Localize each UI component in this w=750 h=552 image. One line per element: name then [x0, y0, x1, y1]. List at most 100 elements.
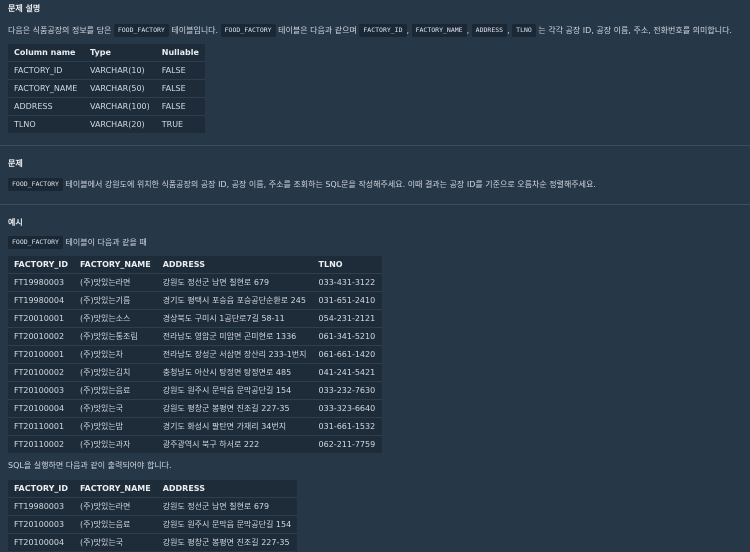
table-cell: 031-651-2410 [312, 291, 382, 310]
schema-header-row: Column name Type Nullable [8, 44, 205, 62]
table-cell: (주)맛있는라면 [74, 273, 157, 292]
example-col-header: FACTORY_ID [8, 256, 74, 274]
table-cell: FT20100003 [8, 381, 74, 400]
result-body: FT19980003 (주)맛있는라면 강원도 정선군 남면 칠현로 679 FT20… [8, 497, 298, 552]
example-col-header: ADDRESS [156, 256, 313, 274]
code-factory-name: FACTORY_NAME [411, 24, 467, 37]
table-cell: FALSE [155, 61, 205, 80]
table-cell: TLNO [14, 120, 36, 129]
table-cell: FT20110002 [14, 440, 65, 449]
table-cell: FT20010002 [8, 327, 74, 346]
desc-text-4: 는 각각 공장 ID, 공장 이름, 주소, 전화번호를 의미합니다. [538, 26, 732, 35]
code-factory-id: FACTORY_ID [359, 24, 407, 37]
table-row: FT20110001 (주)맛있는밥 경기도 화성시 팔탄면 가재리 34번지 031… [8, 417, 382, 436]
table-cell: 033-323-6640 [312, 399, 382, 418]
table-cell: 광주광역시 북구 하서로 222 [162, 440, 260, 449]
table-row: FT20010002 (주)맛있는통조림 전라남도 영암군 미암면 곤미현로 133… [8, 327, 382, 346]
table-row: FT20010001 (주)맛있는소스 경상북도 구미시 1공단로7길 58-11 0… [8, 309, 382, 328]
table-row: FT19980003 (주)맛있는라면 강원도 정선군 남면 칠현로 679 [8, 497, 298, 516]
table-cell: (주)맛있는음료 [74, 381, 157, 400]
table-row: FACTORY_ID VARCHAR(10) FALSE [8, 61, 205, 80]
table-cell: 033-431-3122 [312, 273, 382, 292]
table-row: FACTORY_NAME VARCHAR(50) FALSE [8, 79, 205, 98]
table-cell: 강원도 평창군 봉평면 진조길 227-35 [162, 538, 290, 547]
result-table: FACTORY_ID FACTORY_NAME ADDRESS FT199800… [8, 480, 298, 552]
example-col-header: FACTORY_NAME [74, 256, 157, 274]
table-cell: 경기도 평택시 포승읍 포승공단순환로 245 [156, 291, 313, 310]
table-cell: 062-211-7759 [318, 440, 376, 449]
table-cell: (주)맛있는음료 [74, 515, 157, 534]
table-row: FT20100002 (주)맛있는김치 충청남도 아산시 탕정면 탕정면로 485 0… [8, 363, 382, 382]
table-cell: 강원도 정선군 남면 칠현로 679 [156, 273, 313, 292]
schema-col-header: Nullable [155, 44, 205, 62]
example-text: 테이블이 다음과 같을 때 [65, 238, 147, 247]
divider [0, 145, 750, 146]
table-cell: (주)맛있는과자 [80, 440, 131, 449]
table-row: FT20100004 (주)맛있는국 강원도 평창군 봉평면 진조길 227-35 [8, 534, 297, 552]
table-cell: 061-661-1420 [312, 345, 382, 364]
table-cell: FACTORY_NAME [8, 79, 84, 98]
desc-text-1: 다음은 식품공장의 정보를 담은 [8, 26, 112, 35]
table-row: FT20110002 (주)맛있는과자 광주광역시 북구 하서로 222 062-21… [8, 436, 382, 454]
result-col-header: FACTORY_NAME [74, 480, 157, 498]
example-table: FACTORY_ID FACTORY_NAME ADDRESS TLNO FT1… [8, 256, 382, 453]
result-col-header: ADDRESS [156, 480, 298, 498]
table-cell: 031-661-1532 [312, 417, 382, 436]
table-cell: 충청남도 아산시 탕정면 탕정면로 485 [156, 363, 313, 382]
example-paragraph: FOOD_FACTORY 테이블이 다음과 같을 때 [8, 236, 147, 249]
table-cell: ADDRESS [8, 97, 84, 116]
table-cell: 경기도 화성시 팔탄면 가재리 34번지 [156, 417, 313, 436]
table-cell: (주)맛있는라면 [74, 497, 157, 516]
table-cell: (주)맛있는소스 [74, 309, 157, 328]
table-cell: (주)맛있는차 [74, 345, 157, 364]
table-row: FT20100003 (주)맛있는음료 강원도 원주시 문막읍 문막공단길 154 0… [8, 381, 382, 400]
problem-text: 테이블에서 강원도에 위치한 식품공장의 공장 ID, 공장 이름, 주소를 조… [65, 180, 596, 189]
table-cell: FT19980004 [8, 291, 74, 310]
table-cell: VARCHAR(50) [84, 79, 156, 98]
table-cell: FT20010001 [8, 309, 74, 328]
table-cell: 전라남도 장성군 서삼면 장산리 233-1번지 [156, 345, 313, 364]
code-address: ADDRESS [471, 24, 508, 37]
table-row: TLNO VARCHAR(20) TRUE [8, 116, 205, 134]
table-cell: 041-241-5421 [312, 363, 382, 382]
schema-col-header: Type [84, 44, 156, 62]
table-cell: VARCHAR(10) [84, 61, 156, 80]
code-food-factory: FOOD_FACTORY [220, 24, 276, 37]
table-cell: VARCHAR(20) [90, 120, 145, 129]
comma: , [466, 26, 470, 35]
code-food-factory: FOOD_FACTORY [8, 178, 63, 191]
table-cell: FT20100004 [8, 399, 74, 418]
schema-body: FACTORY_ID VARCHAR(10) FALSE FACTORY_NAME VA… [8, 61, 205, 134]
example-header-row: FACTORY_ID FACTORY_NAME ADDRESS TLNO [8, 256, 382, 274]
comma: , [406, 26, 410, 35]
table-cell: FACTORY_ID [8, 61, 84, 80]
table-cell: FALSE [155, 97, 205, 116]
table-cell: 강원도 원주시 문막읍 문막공단길 154 [156, 381, 313, 400]
desc-text-3: 테이블은 다음과 같으며 [278, 26, 357, 35]
table-row: FT20100003 (주)맛있는음료 강원도 원주시 문막읍 문막공단길 154 [8, 515, 298, 534]
example-body: FT19980003 (주)맛있는라면 강원도 정선군 남면 칠현로 679 033-… [8, 273, 382, 454]
table-cell: FALSE [155, 79, 205, 98]
table-cell: (주)맛있는김치 [74, 363, 157, 382]
table-cell: FT20110001 [8, 417, 74, 436]
table-cell: FT19980003 [8, 497, 74, 516]
table-cell: (주)맛있는국 [74, 399, 157, 418]
table-cell: (주)맛있는밥 [74, 417, 157, 436]
table-row: FT19980003 (주)맛있는라면 강원도 정선군 남면 칠현로 679 033-… [8, 273, 382, 292]
table-cell: (주)맛있는통조림 [74, 327, 157, 346]
table-cell: FT20100003 [8, 515, 74, 534]
result-col-header: FACTORY_ID [8, 480, 74, 498]
table-cell: 054-231-2121 [312, 309, 382, 328]
table-cell: FT20100001 [8, 345, 74, 364]
example-heading: 예시 [8, 218, 23, 227]
problem-heading: 문제 [8, 159, 23, 168]
table-cell: VARCHAR(100) [84, 97, 156, 116]
table-cell: TRUE [161, 120, 184, 129]
table-cell: (주)맛있는기름 [74, 291, 157, 310]
table-cell: 전라남도 영암군 미암면 곤미현로 1336 [156, 327, 313, 346]
table-cell: 강원도 평창군 봉평면 진조길 227-35 [156, 399, 313, 418]
code-tlno: TLNO [512, 24, 536, 37]
table-cell: FT20100004 [14, 538, 65, 547]
table-cell: (주)맛있는국 [80, 538, 124, 547]
table-cell: 061-341-5210 [312, 327, 382, 346]
